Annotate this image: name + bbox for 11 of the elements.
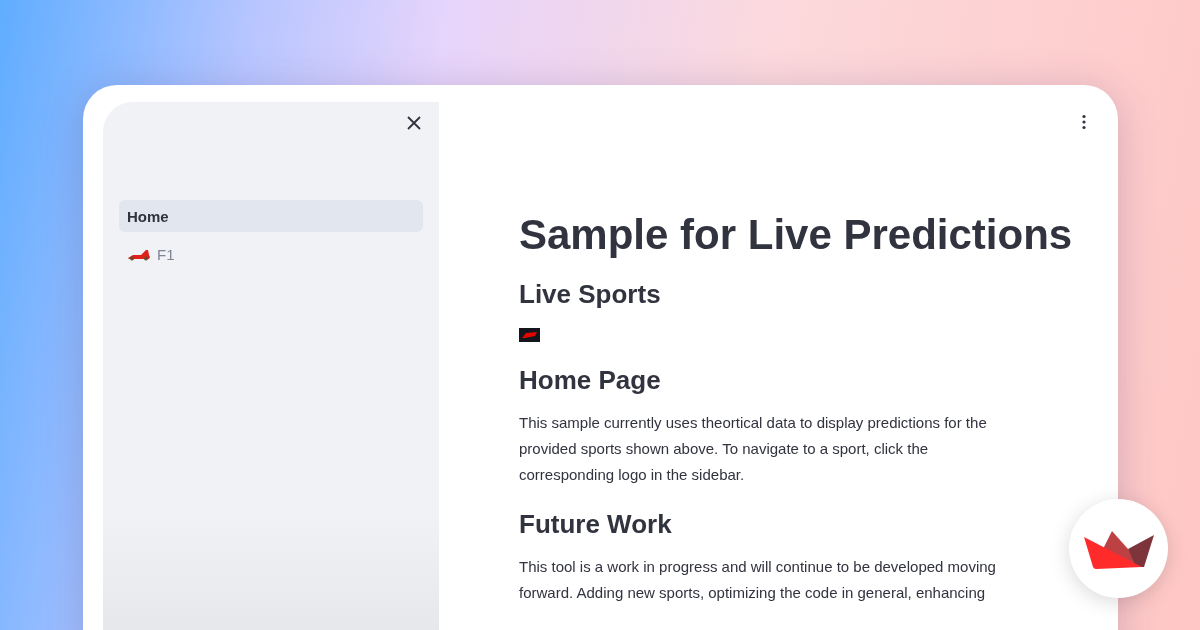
section-heading: Live Sports (519, 278, 662, 312)
race-car-icon (127, 247, 151, 261)
paragraph: This sample currently uses theortical data to display predictions for the provided sports shown above. To navigate to a sport, click the corresponding logo in the sidebar. (519, 413, 988, 485)
sidebar-nav-item[interactable]: Home (119, 200, 423, 232)
page-title: Sample for Live Predictions (519, 210, 1074, 260)
close-button[interactable] (405, 114, 423, 132)
more-menu-icon[interactable] (1080, 112, 1088, 132)
section-heading: Future Work (519, 508, 673, 541)
section-heading: Home Page (519, 364, 662, 398)
racing-logo-icon (519, 328, 540, 343)
paragraph: This tool is a work in progress and will continue to be developed moving forward. Adding new sports, optimizing the code in general, enhancing (519, 556, 997, 603)
